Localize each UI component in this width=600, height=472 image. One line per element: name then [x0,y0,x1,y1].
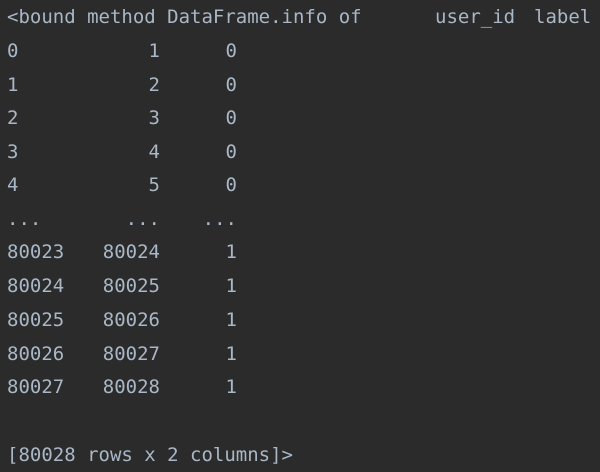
row-index: 2 [7,107,19,129]
row-index: 0 [7,40,19,62]
row-index: 4 [7,174,19,196]
row-index: 80027 [7,376,65,398]
user-id-value: 3 [148,107,160,129]
user-id-value: 1 [148,40,160,62]
column-header-user-id: user_id [435,6,516,28]
table-row: 80027 80028 1 [7,370,267,404]
user-id-value: 80024 [102,241,160,263]
console-output: <bound method DataFrame.info of user_id … [0,0,600,472]
table-row: 3 4 0 [7,135,267,169]
table-row: 80024 80025 1 [7,269,267,303]
row-index: 80025 [7,309,65,331]
label-value: 1 [225,343,237,365]
label-value: 0 [225,141,237,163]
label-value: 1 [225,376,237,398]
label-value: 0 [225,40,237,62]
table-row: 80025 80026 1 [7,303,267,337]
label-value: 0 [225,107,237,129]
user-id-value: 80026 [102,309,160,331]
table-row: 4 5 0 [7,168,267,202]
row-index: ... [7,208,42,230]
user-id-value: 5 [148,174,160,196]
label-value: 1 [225,241,237,263]
label-value: 1 [225,275,237,297]
row-index: 3 [7,141,19,163]
row-index: 80023 [7,241,65,263]
user-id-value: 80025 [102,275,160,297]
user-id-value: 2 [148,74,160,96]
label-value: 0 [225,174,237,196]
table-row: 0 1 0 [7,34,267,68]
user-id-value: 80028 [102,376,160,398]
table-row: 80023 80024 1 [7,235,267,269]
dataframe-header: <bound method DataFrame.info of user_id … [7,0,597,34]
column-header-label: label [534,6,592,28]
user-id-value: ... [125,208,160,230]
dataframe-shape-footer: [80028 rows x 2 columns]> [7,444,293,466]
user-id-value: 4 [148,141,160,163]
label-value: 1 [225,309,237,331]
method-repr-prefix: <bound method DataFrame.info of [7,6,362,28]
label-value: ... [202,208,237,230]
row-index: 80026 [7,343,65,365]
row-index: 80024 [7,275,65,297]
row-index: 1 [7,74,19,96]
label-value: 0 [225,74,237,96]
table-row: 2 3 0 [7,101,267,135]
table-row: 1 2 0 [7,68,267,102]
table-row: 80026 80027 1 [7,337,267,371]
user-id-value: 80027 [102,343,160,365]
